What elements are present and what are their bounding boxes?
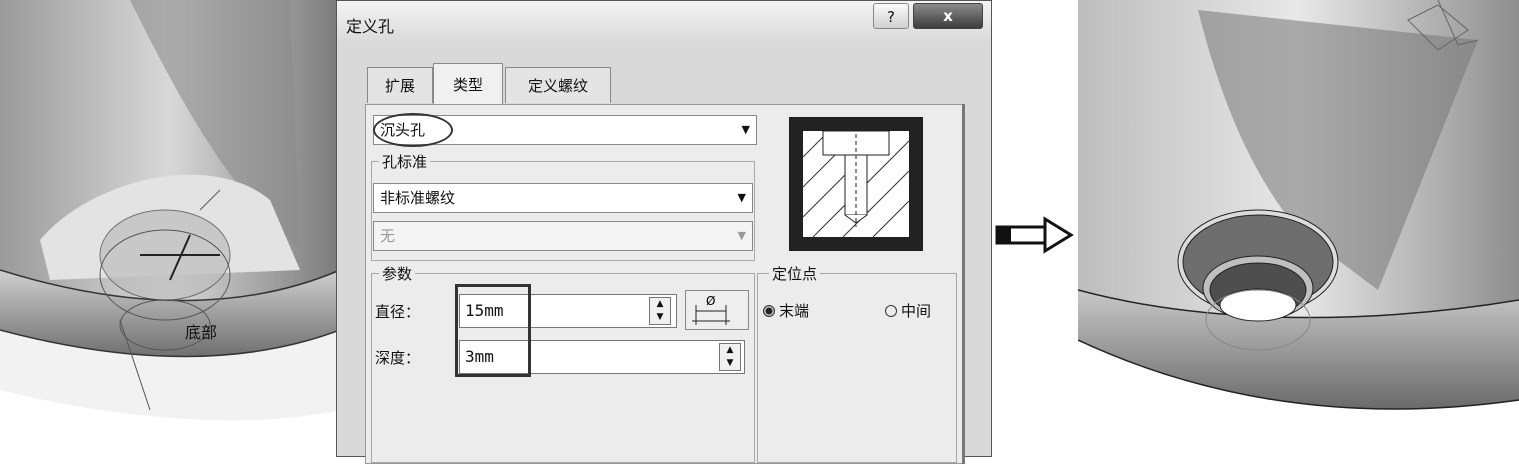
counterbore-preview-image <box>789 117 923 251</box>
radio-middle[interactable]: 中间 <box>885 300 931 321</box>
diameter-dimension-button[interactable]: Ø <box>685 290 749 330</box>
radio-end-label: 末端 <box>779 302 810 320</box>
hole-standard-label: 孔标准 <box>379 151 431 172</box>
model-viewport-before[interactable]: 底部 <box>0 0 340 457</box>
result-arrow-icon <box>995 216 1074 254</box>
bottom-label: 底部 <box>185 323 217 342</box>
chevron-down-icon: ▼ <box>741 123 750 136</box>
radio-selected-icon <box>763 305 775 317</box>
radio-end[interactable]: 末端 <box>763 300 809 321</box>
diameter-spinner[interactable]: ▲ ▼ <box>649 297 671 325</box>
svg-text:Ø: Ø <box>706 294 715 308</box>
chevron-down-icon: ▼ <box>737 191 746 204</box>
radio-middle-label: 中间 <box>901 302 932 320</box>
annotation-circle <box>373 113 453 147</box>
parameters-label: 参数 <box>379 263 416 284</box>
hole-standard-value: 非标准螺纹 <box>380 189 456 207</box>
depth-spinner[interactable]: ▲ ▼ <box>719 343 741 371</box>
tab-thread-definition[interactable]: 定义螺纹 <box>505 67 611 103</box>
radio-unselected-icon <box>885 305 897 317</box>
diameter-dimension-icon: Ø <box>692 294 730 325</box>
define-hole-dialog: 定义孔 ? x 扩展 类型 定义螺纹 沉头孔 ▼ 孔标准 非标准螺纹 ▼ 无 ▼ <box>336 0 992 464</box>
model-after-render <box>1078 0 1519 457</box>
close-button[interactable]: x <box>913 3 983 29</box>
diameter-label: 直径： <box>375 303 421 321</box>
annotation-highlight-box <box>455 284 531 377</box>
model-viewport-after[interactable] <box>1078 0 1519 457</box>
tab-type[interactable]: 类型 <box>433 63 503 105</box>
help-button[interactable]: ? <box>873 3 909 29</box>
dialog-title: 定义孔 <box>346 17 395 36</box>
thread-size-select[interactable]: 无 ▼ <box>373 221 753 251</box>
thread-size-value: 无 <box>380 227 396 245</box>
positioning-label: 定位点 <box>769 263 821 284</box>
depth-label: 深度： <box>375 349 421 367</box>
chevron-down-icon: ▼ <box>737 229 746 242</box>
dialog-titlebar[interactable]: 定义孔 ? x <box>337 1 991 45</box>
hole-standard-select[interactable]: 非标准螺纹 ▼ <box>373 183 753 213</box>
tab-extension[interactable]: 扩展 <box>367 67 433 103</box>
model-before-render: 底部 <box>0 0 340 421</box>
panel-right-border <box>962 104 965 464</box>
